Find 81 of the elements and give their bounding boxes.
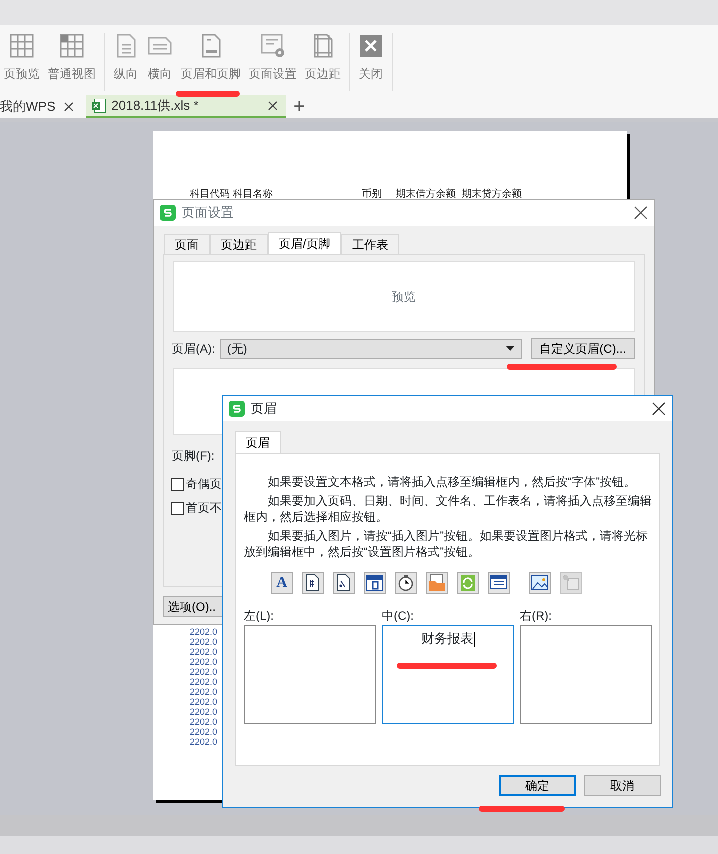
checkbox[interactable]	[171, 502, 184, 514]
table-cell: 2202.0	[190, 667, 218, 677]
close-icon	[358, 33, 384, 59]
toolbar-button[interactable]: 关闭	[354, 33, 388, 91]
image-settings-icon	[561, 573, 581, 593]
preview-label: 预览	[392, 288, 416, 306]
dialog-button[interactable]: 确定	[499, 775, 576, 796]
table-cell: 2202.0	[190, 627, 218, 637]
table-cell: 2202.0	[190, 647, 218, 657]
dialog-title: 页面设置	[182, 204, 234, 222]
table-cell: 2202.0	[190, 727, 218, 737]
app-logo-icon	[160, 205, 176, 221]
options-button[interactable]: 选项(O)..	[163, 596, 225, 617]
column-header: 科目代码	[190, 188, 230, 202]
dialog-title: 页眉	[251, 400, 277, 418]
close-icon	[64, 102, 74, 112]
picture-icon	[530, 573, 550, 593]
column-header: 科目名称	[233, 188, 273, 202]
edit-box[interactable]: 财务报表	[382, 625, 514, 724]
dialog-tab[interactable]: 页眉/页脚	[268, 232, 342, 254]
header-select[interactable]: (无)	[220, 338, 522, 358]
edit-box[interactable]	[520, 625, 652, 724]
app-logo-icon	[229, 400, 245, 416]
pagebreak-icon	[9, 33, 35, 59]
folder-icon	[427, 573, 447, 593]
refresh-icon	[458, 573, 478, 593]
calendar-icon	[365, 573, 385, 593]
normal-icon	[59, 33, 85, 59]
toolbar-button[interactable]: 页预览	[0, 33, 44, 91]
toolbar-button[interactable]: 页边距	[301, 33, 345, 91]
header-label: 页眉(A):	[172, 340, 216, 358]
field-label: 左(L):	[244, 608, 275, 625]
checkbox[interactable]	[171, 478, 184, 490]
toolbar-button[interactable]: A	[271, 572, 293, 594]
custom-header-button[interactable]: 自定义页眉(C)...	[531, 338, 635, 359]
column-header: 期末贷方余额	[462, 188, 522, 202]
pagesetup-icon	[260, 33, 286, 59]
table-cell: 2202.0	[190, 717, 218, 727]
close-icon	[268, 100, 278, 110]
spreadsheet-icon	[92, 98, 106, 112]
table-cell: 2202.0	[190, 677, 218, 687]
dialog-tab[interactable]: 页眉	[235, 431, 281, 453]
dialog-tab[interactable]: 页边距	[210, 234, 268, 254]
table-cell: 2202.0	[190, 697, 218, 707]
dialog-tab[interactable]: 工作表	[341, 234, 400, 254]
table-cell: 2202.0	[190, 637, 218, 647]
table-cell: 2202.0	[190, 657, 218, 667]
field-label: 右(R):	[520, 608, 553, 625]
toolbar-button[interactable]	[302, 572, 324, 594]
dialog-button[interactable]: 取消	[584, 775, 661, 796]
document-tab[interactable]: 我的WPS	[0, 95, 86, 118]
checkbox-label: 奇偶页	[186, 476, 222, 493]
close-icon	[634, 206, 648, 220]
field-label: 中(C):	[382, 608, 415, 625]
toolbar-button[interactable]: 页面设置	[245, 33, 301, 91]
footer-label: 页脚(F):	[172, 448, 216, 465]
table-cell: 2202.0	[190, 687, 218, 697]
dropdown-caret-icon	[506, 346, 515, 351]
dialog-tab[interactable]: 页面	[164, 234, 210, 254]
toolbar-button[interactable]	[395, 572, 417, 594]
table-cell: 2202.0	[190, 707, 218, 717]
toolbar-button[interactable]	[529, 572, 551, 594]
instruction-text: 如果要加入页码、日期、时间、文件名、工作表名，请将插入点移至编辑框内，然后选择相应按钮。	[244, 493, 652, 525]
toolbar-button[interactable]	[333, 572, 355, 594]
instruction-text: 如果要设置文本格式，请将插入点移至编辑框内，然后按“字体”按钮。	[267, 474, 637, 490]
toolbar-button[interactable]: 页眉和页脚	[177, 33, 245, 91]
edit-box[interactable]	[244, 625, 376, 724]
instruction-text: 如果要插入图片，请按“插入图片”按钮。如果要设置图片格式，请将光标放到编辑框中，然后按“设置图片格式”按钮。	[244, 528, 649, 560]
table-cell: 2202.0	[190, 737, 218, 747]
column-header: 币别	[362, 188, 382, 202]
toolbar-button[interactable]: 横向	[143, 33, 177, 91]
toolbar-button[interactable]	[364, 572, 386, 594]
toolbar-button[interactable]: 纵向	[109, 33, 143, 91]
new-tab-button[interactable]: +	[286, 95, 314, 118]
stopwatch-icon	[396, 573, 416, 593]
column-header: 期末借方余额	[396, 188, 456, 202]
close-icon	[652, 402, 666, 416]
checkbox-label: 首页不	[186, 500, 222, 517]
toolbar-button[interactable]: 普通视图	[44, 33, 100, 91]
document-tab[interactable]: 2018.11供.xls *	[86, 95, 286, 118]
toolbar-button[interactable]	[488, 572, 510, 594]
